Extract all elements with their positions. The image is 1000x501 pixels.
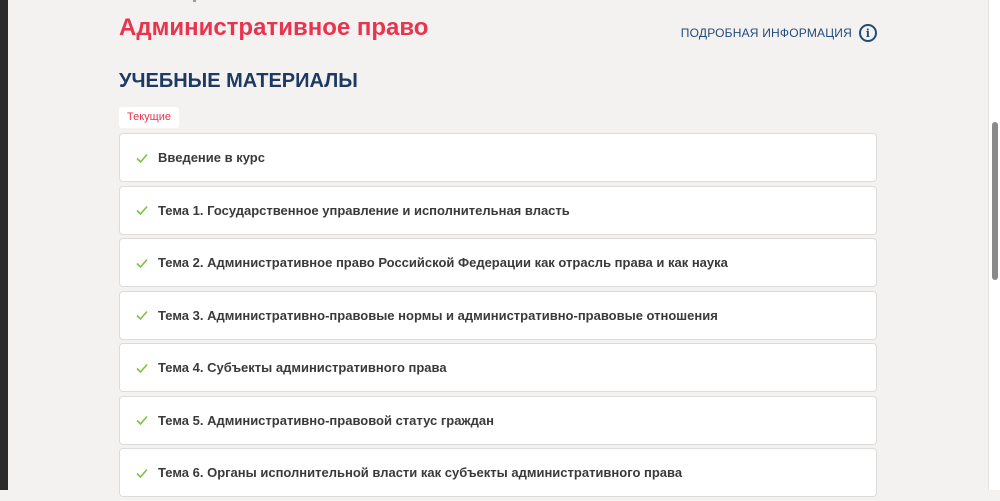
scrollbar-thumb[interactable] — [992, 122, 998, 280]
section-title-materials: УЧЕБНЫЕ МАТЕРИАЛЫ — [119, 70, 358, 92]
more-info-link[interactable]: ПОДРОБНАЯ ИНФОРМАЦИЯ i — [681, 24, 877, 42]
vertical-scrollbar[interactable] — [988, 0, 1000, 490]
material-item-label: Тема 3. Административно-правовые нормы и… — [158, 307, 718, 323]
course-title: Административное право — [119, 14, 429, 41]
material-item-topic-5[interactable]: Тема 5. Административно-правовой статус … — [119, 395, 877, 445]
material-item-label: Тема 2. Административное право Российско… — [158, 255, 728, 270]
check-icon — [136, 415, 148, 426]
tab-current[interactable]: Текущие — [119, 107, 179, 128]
check-icon — [136, 153, 148, 163]
material-item-label: Тема 4. Субъекты административного права — [158, 360, 447, 375]
material-item-topic-2[interactable]: Тема 2. Административное право Российско… — [119, 238, 877, 287]
material-item-label: Тема 6. Органы исполнительной власти как… — [158, 465, 683, 480]
materials-list: Введение в курс Тема 1. Государственное … — [119, 133, 877, 501]
check-icon — [136, 310, 148, 321]
material-item-label: Введение в курс — [158, 150, 265, 165]
check-icon — [136, 258, 148, 268]
material-item-intro[interactable]: Введение в курс — [119, 133, 877, 182]
material-item-label: Тема 5. Административно-правовой статус … — [158, 412, 494, 428]
scroll-indicator-dot — [193, 0, 196, 2]
material-item-topic-1[interactable]: Тема 1. Государственное управление и исп… — [119, 185, 877, 235]
check-icon — [136, 205, 148, 216]
window-left-edge — [0, 0, 8, 490]
info-circle-icon[interactable]: i — [859, 24, 877, 42]
material-item-label: Тема 1. Государственное управление и исп… — [158, 202, 570, 218]
material-item-topic-3[interactable]: Тема 3. Административно-правовые нормы и… — [119, 290, 877, 340]
check-icon — [136, 363, 148, 373]
material-item-topic-4[interactable]: Тема 4. Субъекты административного права — [119, 343, 877, 392]
more-info-label: ПОДРОБНАЯ ИНФОРМАЦИЯ — [680, 26, 852, 40]
check-icon — [136, 468, 148, 478]
